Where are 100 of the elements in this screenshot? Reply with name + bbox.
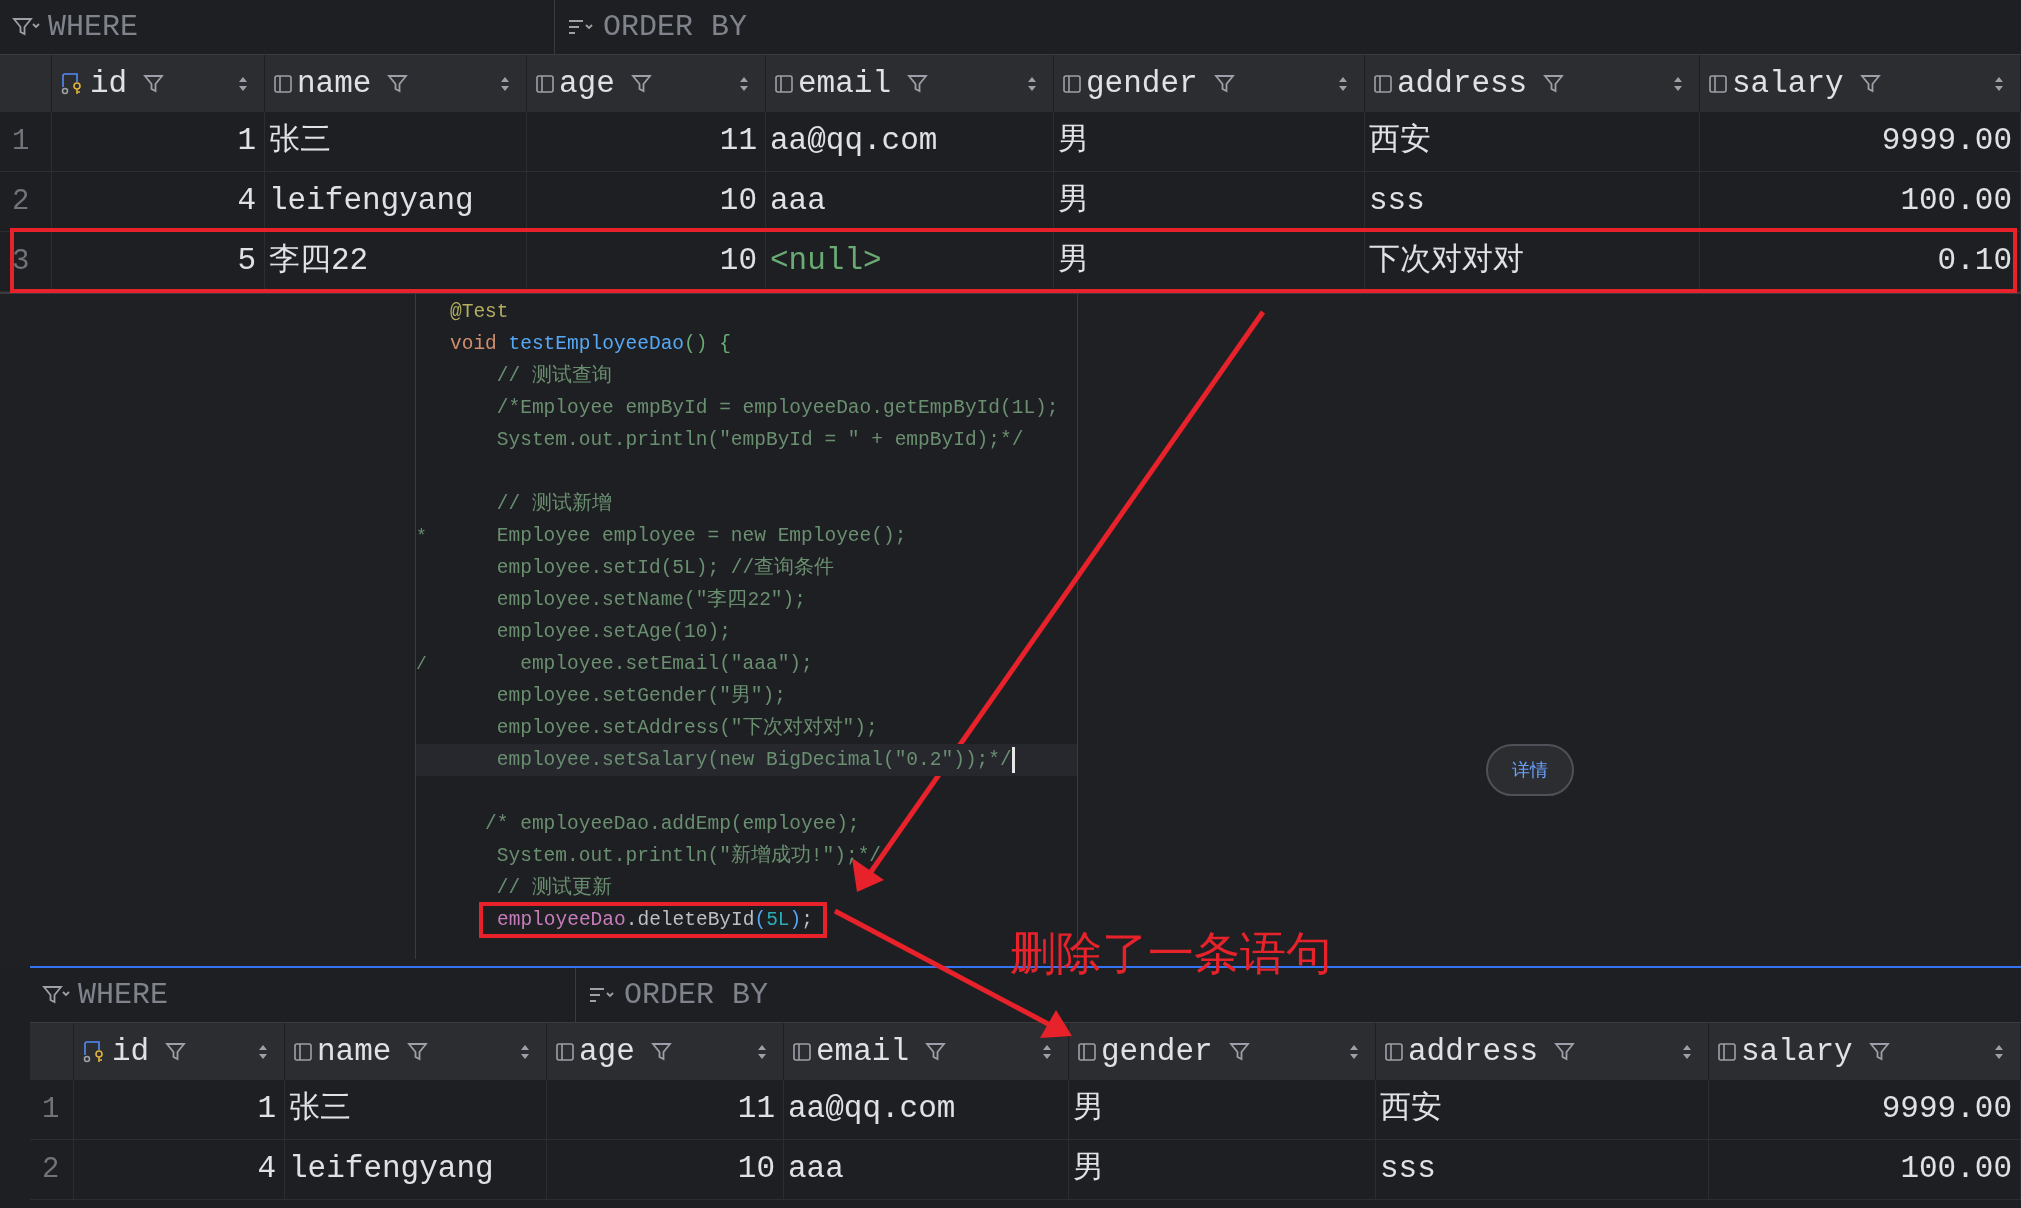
sort-icon[interactable] (520, 1043, 530, 1060)
column-icon (1373, 73, 1393, 94)
filter-icon (387, 72, 410, 95)
column-icon (792, 1041, 812, 1062)
table-cell: aaa (766, 172, 1054, 231)
sort-icon[interactable] (500, 75, 510, 92)
table-cell: 张三 (265, 112, 527, 171)
sort-icon[interactable] (1673, 75, 1683, 92)
table-cell: 男 (1054, 112, 1365, 171)
code-line: employee.setGender("男"); (495, 684, 786, 709)
filter-icon (907, 72, 929, 95)
table-cell: 西安 (1365, 112, 1700, 171)
table-cell: sss (1376, 1140, 1709, 1199)
filter-icon (630, 72, 653, 95)
order-by-label[interactable]: ORDER BY (603, 4, 748, 50)
table-cell: 1 (74, 1080, 285, 1139)
table-cell: 男 (1069, 1080, 1376, 1139)
code-line: employee.setId(5L); //查询条件 (495, 555, 835, 581)
table-cell: 10 (547, 1140, 784, 1199)
filter-icon (925, 1040, 947, 1063)
column-icon (555, 1041, 575, 1062)
table-cell: 张三 (285, 1080, 547, 1139)
row-number: 3 (0, 232, 52, 291)
sort-icon[interactable] (1042, 1043, 1052, 1060)
sort-icon[interactable] (1027, 75, 1037, 92)
column-icon (273, 73, 293, 94)
code-line: System.out.println("新增成功!");*/ (495, 843, 882, 869)
table-cell: 100.00 (1700, 172, 2021, 231)
details-button[interactable]: 详情 (1485, 744, 1574, 796)
code-line: employee.setAge(10); (495, 620, 731, 645)
table-cell: 4 (74, 1140, 285, 1199)
column-icon (1384, 1041, 1404, 1062)
table-cell: 10 (527, 172, 766, 231)
code-line: employee.setAddress("下次对对对"); (495, 715, 878, 741)
filter-icon (12, 16, 40, 38)
table-cell: 男 (1054, 172, 1365, 231)
column-icon (774, 73, 794, 94)
filter-icon (1554, 1040, 1577, 1063)
order-by-label[interactable]: ORDER BY (624, 972, 769, 1018)
column-icon (1717, 1041, 1737, 1062)
gutter-mark: / (416, 653, 427, 674)
row-number: 2 (30, 1140, 74, 1199)
code-line: void testEmployeeDao() { (450, 332, 731, 357)
table-cell: <null> (766, 232, 1054, 291)
code-line: /* employeeDao.addEmp(employee); (484, 812, 860, 837)
table-cell: aaa (784, 1140, 1069, 1199)
table-cell: 李四22 (265, 232, 527, 291)
filter-icon (165, 1040, 188, 1063)
sort-icon[interactable] (1349, 1043, 1359, 1060)
sort-icon[interactable] (238, 75, 248, 92)
code-line: // 测试新增 (495, 491, 612, 517)
column-icon (1077, 1041, 1097, 1062)
filter-icon (1213, 72, 1236, 95)
sort-icon[interactable] (1994, 1043, 2004, 1060)
table-cell: 11 (527, 112, 766, 171)
code-line: // 测试查询 (495, 363, 612, 389)
table-cell: leifengyang (285, 1140, 547, 1199)
code-line: Employee employee = new Employee(); (495, 524, 907, 549)
annotation-text: 删除了一条语句 (1010, 930, 1332, 976)
table-cell: aa@qq.com (784, 1080, 1069, 1139)
filter-icon (1859, 72, 1882, 95)
column-icon (293, 1041, 313, 1062)
code-line: @Test (450, 300, 509, 325)
filter-icon (1868, 1040, 1891, 1063)
sort-icon[interactable] (1338, 75, 1348, 92)
table-cell: 1 (52, 112, 265, 171)
row-number: 2 (0, 172, 52, 231)
table-cell: 5 (52, 232, 265, 291)
where-filter-label[interactable]: WHERE (48, 4, 138, 50)
table-cell: 9999.00 (1709, 1080, 2021, 1139)
table-cell: 男 (1054, 232, 1365, 291)
table-cell: 西安 (1376, 1080, 1709, 1139)
code-line: // 测试更新 (495, 875, 612, 901)
table-cell: 4 (52, 172, 265, 231)
table-cell: 100.00 (1709, 1140, 2021, 1199)
filter-icon (143, 72, 166, 95)
column-icon (535, 73, 555, 94)
column-icon (1062, 73, 1082, 94)
where-filter-label[interactable]: WHERE (78, 972, 168, 1018)
table-cell: 0.10 (1700, 232, 2021, 291)
sort-icon[interactable] (1994, 75, 2004, 92)
sort-icon[interactable] (739, 75, 749, 92)
code-line: System.out.println("empById = " + empById);*/ (495, 428, 1024, 453)
sort-icon[interactable] (757, 1043, 767, 1060)
sort-icon[interactable] (1682, 1043, 1692, 1060)
code-line: employee.setName("李四22"); (495, 587, 806, 613)
row-number: 1 (30, 1080, 74, 1139)
table-cell: 下次对对对 (1365, 232, 1700, 291)
table-cell: 10 (527, 232, 766, 291)
filter-icon (42, 984, 70, 1006)
filter-icon (407, 1040, 430, 1063)
table-cell: 9999.00 (1700, 112, 2021, 171)
table-cell: 男 (1069, 1140, 1376, 1199)
row-number: 1 (0, 112, 52, 171)
code-line: /*Employee empById = employeeDao.getEmpById(1L); (495, 396, 1059, 421)
code-line: employee.setSalary(new BigDecimal("0.2"));*/ (495, 748, 1012, 773)
table-cell: sss (1365, 172, 1700, 231)
sort-icon[interactable] (258, 1043, 268, 1060)
table-cell: aa@qq.com (766, 112, 1054, 171)
filter-icon (1228, 1040, 1251, 1063)
